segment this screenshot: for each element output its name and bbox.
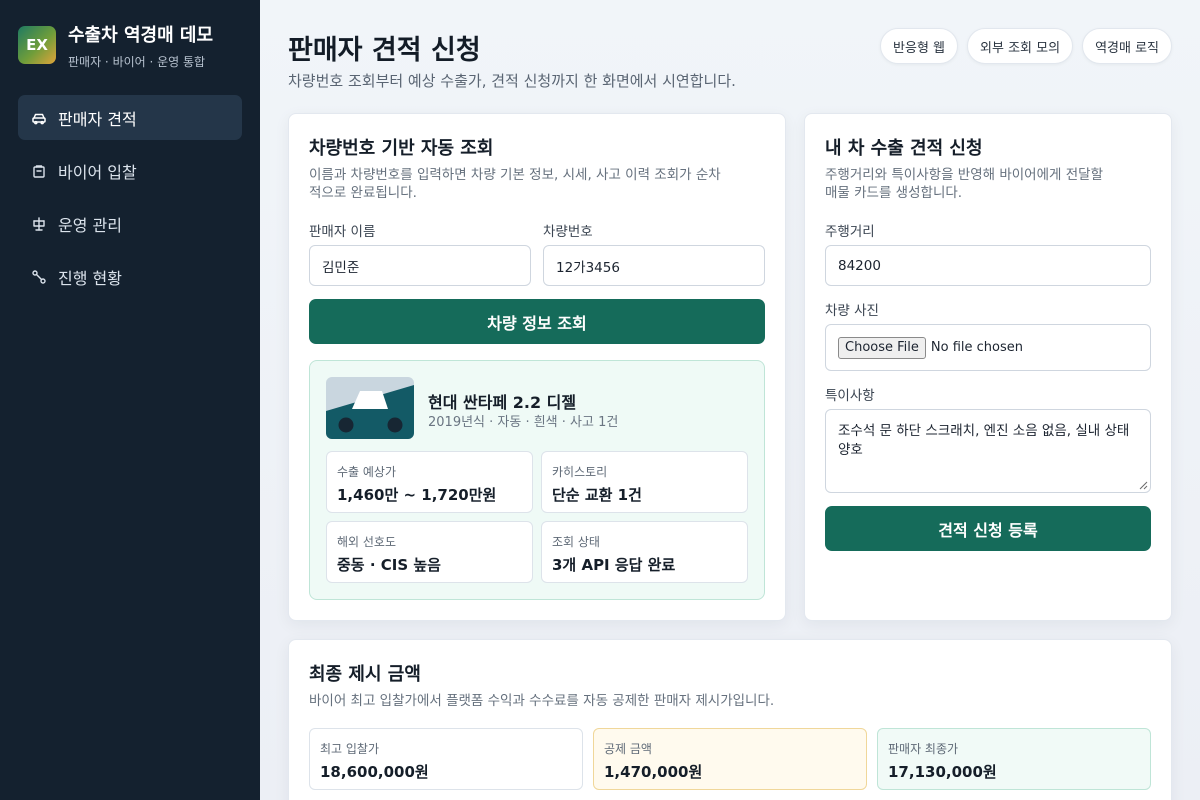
sidebar-item-label: 운영 관리	[58, 215, 122, 235]
sidebar-nav: 판매자 견적 바이어 입찰 운영 관리 진행 현황	[18, 95, 242, 307]
lookup-description-line: 적으로 완료됩니다.	[309, 185, 417, 201]
stat-overseas-preference: 해외 선호도 중동 · CIS 높음	[326, 521, 533, 583]
car-meta: 2019년식 · 자동 · 흰색 · 사고 1건	[428, 415, 619, 430]
quote-description-line: 주행거리와 특이사항을 반영해 바이어에게 전달할	[825, 167, 1103, 183]
feature-chips: 반응형 웹 외부 조회 모의 역경매 로직	[871, 28, 1172, 64]
final-card-description: 바이어 최고 입찰가에서 플랫폼 수익과 수수료를 자동 공제한 판매자 제시가…	[309, 693, 775, 709]
sidebar-item-operations[interactable]: 운영 관리	[18, 201, 242, 246]
deduction-box: 공제 금액 1,470,000원	[593, 728, 867, 790]
notes-label: 특이사항	[825, 388, 875, 404]
sidebar-item-seller-quote[interactable]: 판매자 견적	[18, 95, 242, 140]
resize-handle-icon[interactable]	[1139, 481, 1148, 490]
vehicle-lookup-button[interactable]: 차량 정보 조회	[309, 299, 765, 344]
sum-label: 공제 금액	[604, 742, 652, 756]
car-thumbnail-image	[326, 377, 414, 439]
brand-logo: EX	[18, 26, 56, 64]
seller-final-price-box: 판매자 최종가 17,130,000원	[877, 728, 1151, 790]
quote-description-line: 매물 카드를 생성합니다.	[825, 185, 963, 201]
choose-file-button[interactable]: Choose File	[838, 336, 926, 359]
sidebar-item-label: 판매자 견적	[58, 109, 137, 129]
vehicle-lookup-card: 차량번호 기반 자동 조회 이름과 차량번호를 입력하면 차량 기본 정보, 시…	[288, 113, 786, 621]
lookup-card-description: 이름과 차량번호를 입력하면 차량 기본 정보, 시세, 사고 이력 조회가 순…	[309, 166, 721, 202]
stat-value: 3개 API 응답 완료	[552, 556, 676, 574]
car-icon	[30, 109, 48, 127]
sidebar: EX 수출차 역경매 데모 판매자 · 바이어 · 운영 통합 판매자 견적 바…	[0, 0, 260, 800]
main-content: 판매자 견적 신청 차량번호 조회부터 예상 수출가, 견적 신청까지 한 화면…	[260, 0, 1200, 800]
car-name: 현대 싼타페 2.2 디젤	[428, 393, 577, 412]
vehicle-photo-label: 차량 사진	[825, 303, 879, 319]
seller-name-label: 판매자 이름	[309, 224, 376, 240]
notes-text: 조수석 문 하단 스크래치, 엔진 소음 없음, 실내 상태 양호	[838, 423, 1130, 458]
quote-request-card: 내 차 수출 견적 신청 주행거리와 특이사항을 반영해 바이어에게 전달할 매…	[804, 113, 1172, 621]
car-thumbnail	[326, 377, 414, 439]
brand-subtitle: 판매자 · 바이어 · 운영 통합	[68, 55, 206, 69]
highest-bid-box: 최고 입찰가 18,600,000원	[309, 728, 583, 790]
lookup-card-title: 차량번호 기반 자동 조회	[309, 138, 494, 159]
chip-responsive-web[interactable]: 반응형 웹	[880, 28, 959, 64]
sidebar-item-buyer-bid[interactable]: 바이어 입찰	[18, 148, 242, 193]
stat-label: 카히스토리	[552, 465, 608, 479]
mileage-label: 주행거리	[825, 224, 875, 240]
brand-text: 수출차 역경매 데모 판매자 · 바이어 · 운영 통합	[68, 26, 213, 70]
chip-external-lookup-mock[interactable]: 외부 조회 모의	[967, 28, 1074, 64]
mileage-input[interactable]: 84200	[825, 245, 1151, 286]
plate-number-input[interactable]: 12가3456	[543, 245, 765, 286]
lookup-description-line: 이름과 차량번호를 입력하면 차량 기본 정보, 시세, 사고 이력 조회가 순…	[309, 167, 721, 183]
quote-card-title: 내 차 수출 견적 신청	[825, 138, 983, 159]
stat-car-history: 카히스토리 단순 교환 1건	[541, 451, 748, 513]
sidebar-item-label: 바이어 입찰	[58, 162, 137, 182]
sum-value: 18,600,000원	[320, 763, 429, 781]
chip-reverse-auction-logic[interactable]: 역경매 로직	[1082, 28, 1172, 64]
sidebar-item-progress[interactable]: 진행 현황	[18, 254, 242, 299]
sum-value: 1,470,000원	[604, 763, 703, 781]
plate-number-label: 차량번호	[543, 224, 593, 240]
lookup-result-panel: 현대 싼타페 2.2 디젤 2019년식 · 자동 · 흰색 · 사고 1건 수…	[309, 360, 765, 600]
quote-card-description: 주행거리와 특이사항을 반영해 바이어에게 전달할 매물 카드를 생성합니다.	[825, 166, 1103, 202]
page-description: 차량번호 조회부터 예상 수출가, 견적 신청까지 한 화면에서 시연합니다.	[288, 72, 736, 90]
stat-label: 해외 선호도	[337, 535, 397, 549]
brand: EX 수출차 역경매 데모 판매자 · 바이어 · 운영 통합	[18, 26, 213, 70]
sum-label: 최고 입찰가	[320, 742, 380, 756]
final-card-title: 최종 제시 금액	[309, 664, 421, 685]
submit-quote-button[interactable]: 견적 신청 등록	[825, 506, 1151, 551]
bag-icon	[30, 162, 48, 180]
sidebar-item-label: 진행 현황	[58, 268, 122, 288]
page-title: 판매자 견적 신청	[288, 35, 481, 66]
seller-name-input[interactable]: 김민준	[309, 245, 531, 286]
brand-title: 수출차 역경매 데모	[68, 25, 214, 46]
stat-value: 1,460만 ~ 1,720만원	[337, 486, 497, 504]
vehicle-photo-input[interactable]: Choose File No file chosen	[825, 324, 1151, 371]
stat-export-estimate: 수출 예상가 1,460만 ~ 1,720만원	[326, 451, 533, 513]
sum-value: 17,130,000원	[888, 763, 997, 781]
stat-value: 중동 · CIS 높음	[337, 556, 441, 574]
stat-label: 조회 상태	[552, 535, 600, 549]
file-status: No file chosen	[930, 340, 1023, 355]
scale-icon	[30, 215, 48, 233]
route-icon	[30, 268, 48, 286]
notes-textarea[interactable]: 조수석 문 하단 스크래치, 엔진 소음 없음, 실내 상태 양호	[825, 409, 1151, 493]
stat-value: 단순 교환 1건	[552, 486, 642, 504]
sum-label: 판매자 최종가	[888, 742, 959, 756]
stat-lookup-status: 조회 상태 3개 API 응답 완료	[541, 521, 748, 583]
final-price-card: 최종 제시 금액 바이어 최고 입찰가에서 플랫폼 수익과 수수료를 자동 공제…	[288, 639, 1172, 800]
stat-label: 수출 예상가	[337, 465, 397, 479]
